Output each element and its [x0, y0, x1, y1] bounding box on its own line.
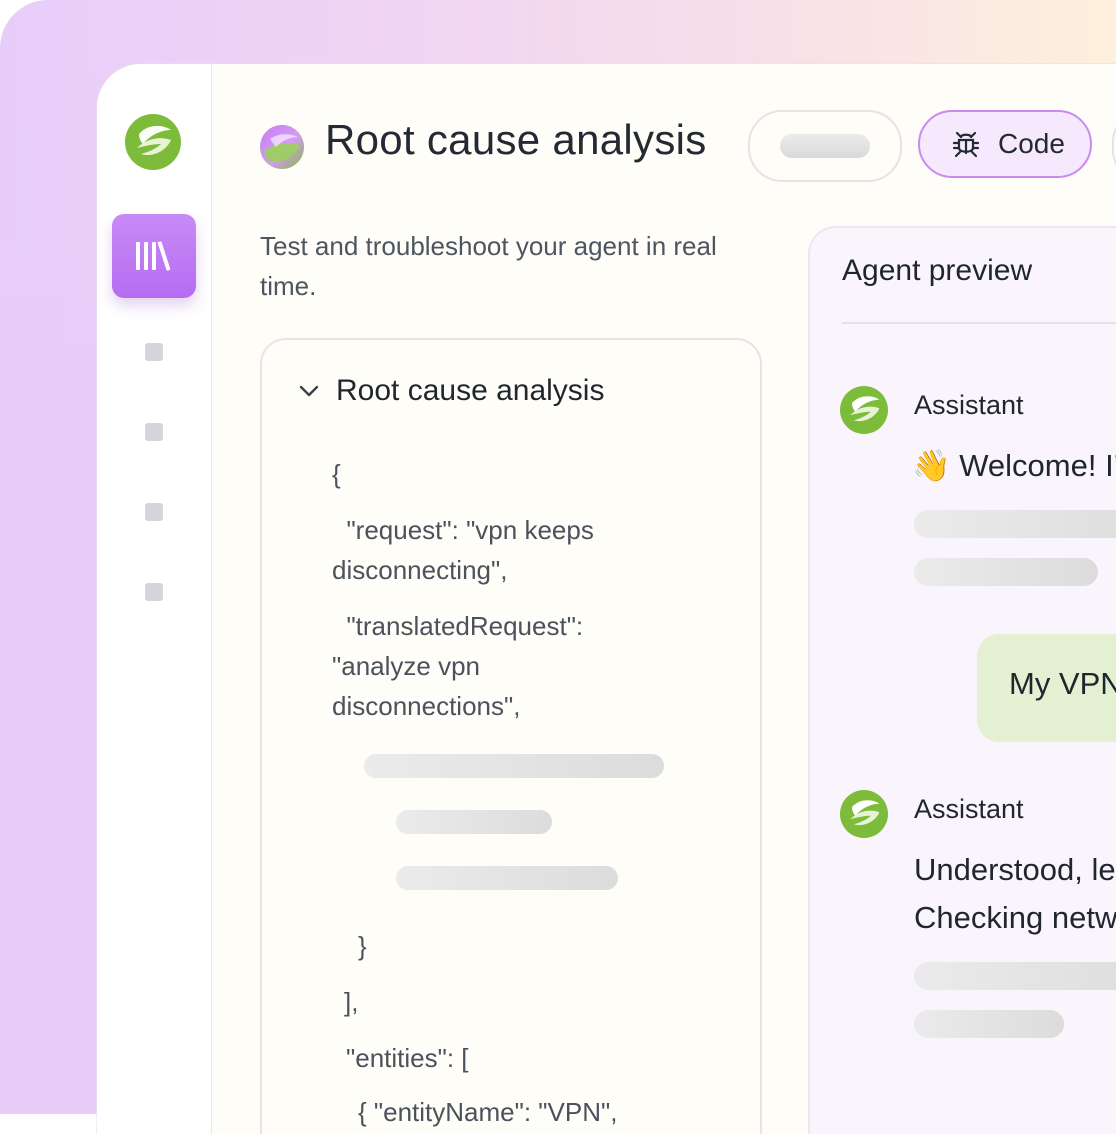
message-sender: Assistant: [914, 390, 1024, 420]
loading-placeholder: [914, 1010, 1064, 1038]
code-line: ],: [344, 987, 359, 1017]
tab-placeholder[interactable]: [748, 110, 902, 182]
json-output-card: Root cause analysis { "request": "vpn ke…: [260, 338, 762, 1134]
app-logo-icon[interactable]: [125, 114, 181, 170]
assistant-reply-line: Checking netw: [914, 900, 1116, 935]
code-line: { "entityName": "VPN",: [358, 1097, 618, 1127]
json-card-header[interactable]: Root cause analysis: [298, 374, 604, 408]
divider: [842, 322, 1116, 324]
nav-item-placeholder[interactable]: [145, 423, 163, 441]
assistant-reply-line: Understood, le: [914, 852, 1116, 887]
code-button-label: Code: [998, 128, 1065, 159]
nav-item-placeholder[interactable]: [145, 343, 163, 361]
assistant-avatar: [840, 790, 888, 838]
code-line: "request": "vpn keeps: [332, 515, 594, 545]
json-card-title: Root cause analysis: [336, 374, 605, 407]
loading-placeholder: [364, 754, 664, 778]
loading-placeholder: [780, 134, 870, 158]
agent-preview-panel: Agent preview Assistant 👋 Welcome! I’ My…: [808, 226, 1116, 1134]
title-orb-icon: [260, 125, 304, 169]
loading-placeholder: [396, 866, 618, 890]
user-message-bubble: My VPN: [977, 634, 1116, 742]
app-window: Root cause analysis Code Test and troubl…: [97, 64, 1116, 1134]
loading-placeholder: [396, 810, 552, 834]
loading-placeholder: [914, 510, 1116, 538]
welcome-message: 👋 Welcome! I’: [912, 448, 1116, 483]
nav-item-placeholder[interactable]: [145, 503, 163, 521]
library-button[interactable]: [112, 214, 196, 298]
message-sender: Assistant: [914, 794, 1024, 824]
nav-item-placeholder[interactable]: [145, 583, 163, 601]
code-line: {: [332, 459, 341, 489]
code-line: disconnections",: [332, 691, 521, 721]
assistant-avatar: [840, 386, 888, 434]
code-line: disconnecting",: [332, 555, 508, 585]
loading-placeholder: [914, 558, 1098, 586]
page-title: Root cause analysis: [325, 116, 707, 163]
chevron-down-icon: [299, 385, 319, 397]
tab-placeholder[interactable]: [1112, 110, 1116, 182]
loading-placeholder: [914, 962, 1116, 990]
code-line: "analyze vpn: [332, 651, 480, 681]
bug-icon: [952, 131, 980, 158]
code-line: "entities": [: [346, 1043, 469, 1073]
user-message: My VPN: [1009, 666, 1116, 701]
page-subtitle: Test and troubleshoot your agent in real…: [260, 231, 717, 301]
code-line: "translatedRequest":: [332, 611, 584, 641]
code-button[interactable]: Code: [918, 110, 1092, 178]
code-line: }: [358, 931, 367, 961]
sidebar-rail: [97, 64, 212, 1134]
library-icon: [136, 241, 171, 271]
agent-preview-title: Agent preview: [842, 254, 1033, 287]
